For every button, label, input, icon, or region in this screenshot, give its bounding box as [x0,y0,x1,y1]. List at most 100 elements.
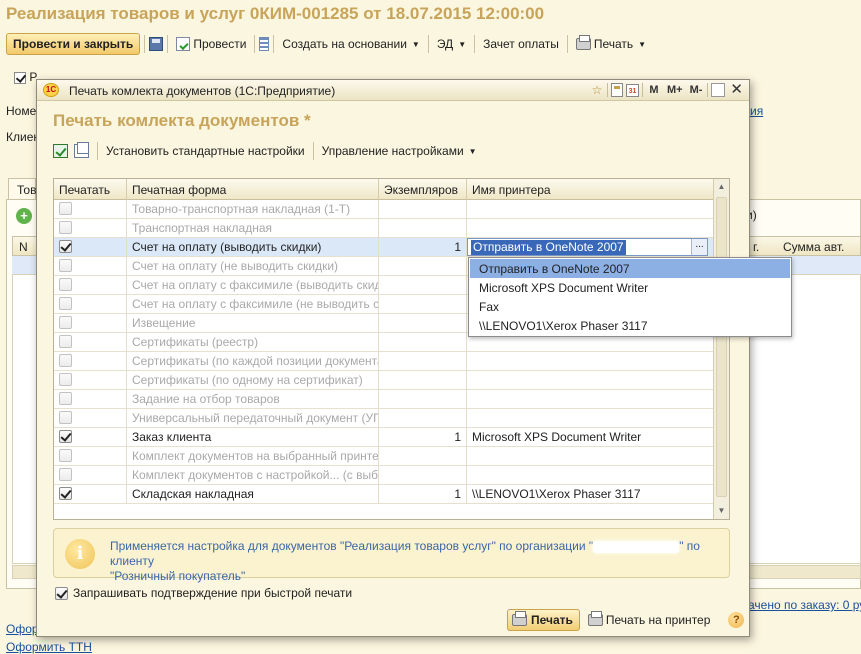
printer-name-cell[interactable] [467,352,713,371]
print-checkbox[interactable] [59,373,72,386]
create-based-on-menu[interactable]: Создать на основании ▼ [278,37,423,51]
close-icon[interactable]: ✕ [728,82,745,98]
copies-cell[interactable]: 1 [379,238,467,257]
copies-cell[interactable] [379,371,467,390]
copies-cell[interactable]: 1 [379,485,467,504]
document-list-icon[interactable] [259,37,270,51]
copies-cell[interactable] [379,257,467,276]
printer-option[interactable]: \\LENOVO1\Xerox Phaser 3117 [470,316,790,335]
confirm-quick-print-option[interactable]: Запрашивать подтверждение при быстрой пе… [55,586,352,600]
copies-cell[interactable] [379,333,467,352]
table-row[interactable]: Комплект документов с настройкой... (с в… [54,466,713,485]
printer-name-cell[interactable] [467,200,713,219]
printer-name-cell[interactable] [467,466,713,485]
option-checkbox[interactable] [14,71,26,84]
design-link[interactable]: Офор [6,622,39,636]
check-all-icon[interactable] [53,144,68,158]
printer-name-cell[interactable]: Отправить в OneNote 2007... [467,238,713,257]
table-row[interactable]: Заказ клиента 1 Microsoft XPS Document Wri… [54,428,713,447]
choose-printer-button[interactable]: ... [691,239,707,255]
print-checkbox[interactable] [59,449,72,462]
print-checkbox[interactable] [59,354,72,367]
memory-plus-button[interactable]: M+ [665,82,685,98]
copies-cell[interactable] [379,276,467,295]
printer-name-cell[interactable] [467,219,713,238]
table-row[interactable]: Товарно-транспортная накладная (1-Т) [54,200,713,219]
copies-cell[interactable] [379,295,467,314]
print-checkbox[interactable] [59,259,72,272]
table-row[interactable]: Комплект документов на выбранный принтер [54,447,713,466]
print-checkbox[interactable] [59,335,72,348]
tab-goods[interactable]: Тов [8,178,36,200]
print-to-printer-button[interactable]: Печать на принтер [587,611,710,627]
ed-menu[interactable]: ЭД ▼ [433,37,470,51]
column-print-form[interactable]: Печатная форма [127,179,379,200]
print-checkbox[interactable] [59,240,72,253]
create-ttn-link[interactable]: Оформить ТТН [6,640,92,654]
printer-option[interactable]: Отправить в OneNote 2007 [470,259,790,278]
payment-offset-button[interactable]: Зачет оплаты [479,37,563,51]
favorite-star-icon[interactable]: ☆ [590,83,604,97]
print-checkbox[interactable] [59,316,72,329]
print-checkbox[interactable] [59,430,72,443]
printer-name-cell[interactable] [467,409,713,428]
scroll-down-icon[interactable]: ▼ [714,503,729,519]
print-checkbox[interactable] [59,278,72,291]
maximize-icon[interactable] [711,83,726,97]
calendar-icon[interactable]: 31 [626,83,639,97]
uncheck-all-icon[interactable] [74,142,89,158]
post-and-close-button[interactable]: Провести и закрыть [6,33,141,55]
printer-name-cell[interactable]: Microsoft XPS Document Writer [467,428,713,447]
copies-cell[interactable] [379,466,467,485]
calculator-icon[interactable] [611,83,623,97]
memory-minus-button[interactable]: M- [688,82,705,98]
manage-settings-menu[interactable]: Управление настройками ▼ [318,144,481,158]
copies-cell[interactable] [379,352,467,371]
dialog-titlebar[interactable]: 1С Печать комлекта документов (1С:Предпр… [37,80,749,101]
copies-cell[interactable] [379,314,467,333]
column-print[interactable]: Печатать [54,179,127,200]
printer-option[interactable]: Microsoft XPS Document Writer [470,278,790,297]
confirm-quick-print-checkbox[interactable] [55,586,68,600]
print-checkbox[interactable] [59,468,72,481]
print-checkbox[interactable] [59,411,72,424]
table-row[interactable]: Складская накладная 1 \\LENOVO1\Xerox Phas… [54,485,713,504]
column-printer-name[interactable]: Имя принтера [467,179,713,200]
copies-cell[interactable] [379,409,467,428]
copies-cell[interactable]: 1 [379,428,467,447]
table-row[interactable]: Универсальный передаточный документ (УПД… [54,409,713,428]
add-row-icon[interactable]: + [16,208,32,224]
scroll-thumb[interactable] [716,197,727,497]
save-icon[interactable] [149,37,164,51]
print-checkbox[interactable] [59,297,72,310]
table-row[interactable]: Сертификаты (по одному на сертификат) [54,371,713,390]
table-row[interactable]: Транспортная накладная [54,219,713,238]
memory-button[interactable]: M [646,82,662,98]
set-default-settings-button[interactable]: Установить стандартные настройки [102,144,309,158]
print-checkbox[interactable] [59,487,72,500]
column-copies[interactable]: Экземпляров [379,179,467,200]
help-icon[interactable]: ? [728,612,745,628]
table-row[interactable]: Счет на оплату (выводить скидки) 1 Отправи… [54,238,713,257]
print-checkbox[interactable] [59,392,72,405]
header-link[interactable]: ия [750,104,763,118]
printer-name-input[interactable]: Отправить в OneNote 2007... [467,238,708,256]
scroll-up-icon[interactable]: ▲ [714,179,729,195]
printer-name-cell[interactable] [467,371,713,390]
post-button[interactable]: Провести [172,37,250,51]
table-row[interactable]: Сертификаты (по каждой позиции документа… [54,352,713,371]
copies-cell[interactable] [379,200,467,219]
table-row[interactable]: Задание на отбор товаров [54,390,713,409]
printer-name-cell[interactable]: \\LENOVO1\Xerox Phaser 3117 [467,485,713,504]
print-menu[interactable]: Печать ▼ [572,35,650,51]
print-button[interactable]: Печать [507,609,580,631]
copies-cell[interactable] [379,447,467,466]
table-vertical-scrollbar[interactable]: ▲ ▼ [713,179,729,519]
copies-cell[interactable] [379,390,467,409]
printer-name-cell[interactable] [467,390,713,409]
copies-cell[interactable] [379,219,467,238]
print-checkbox[interactable] [59,202,72,215]
print-checkbox[interactable] [59,221,72,234]
paid-by-order-link[interactable]: ачено по заказу: 0 руб [748,598,861,612]
printer-name-cell[interactable] [467,447,713,466]
